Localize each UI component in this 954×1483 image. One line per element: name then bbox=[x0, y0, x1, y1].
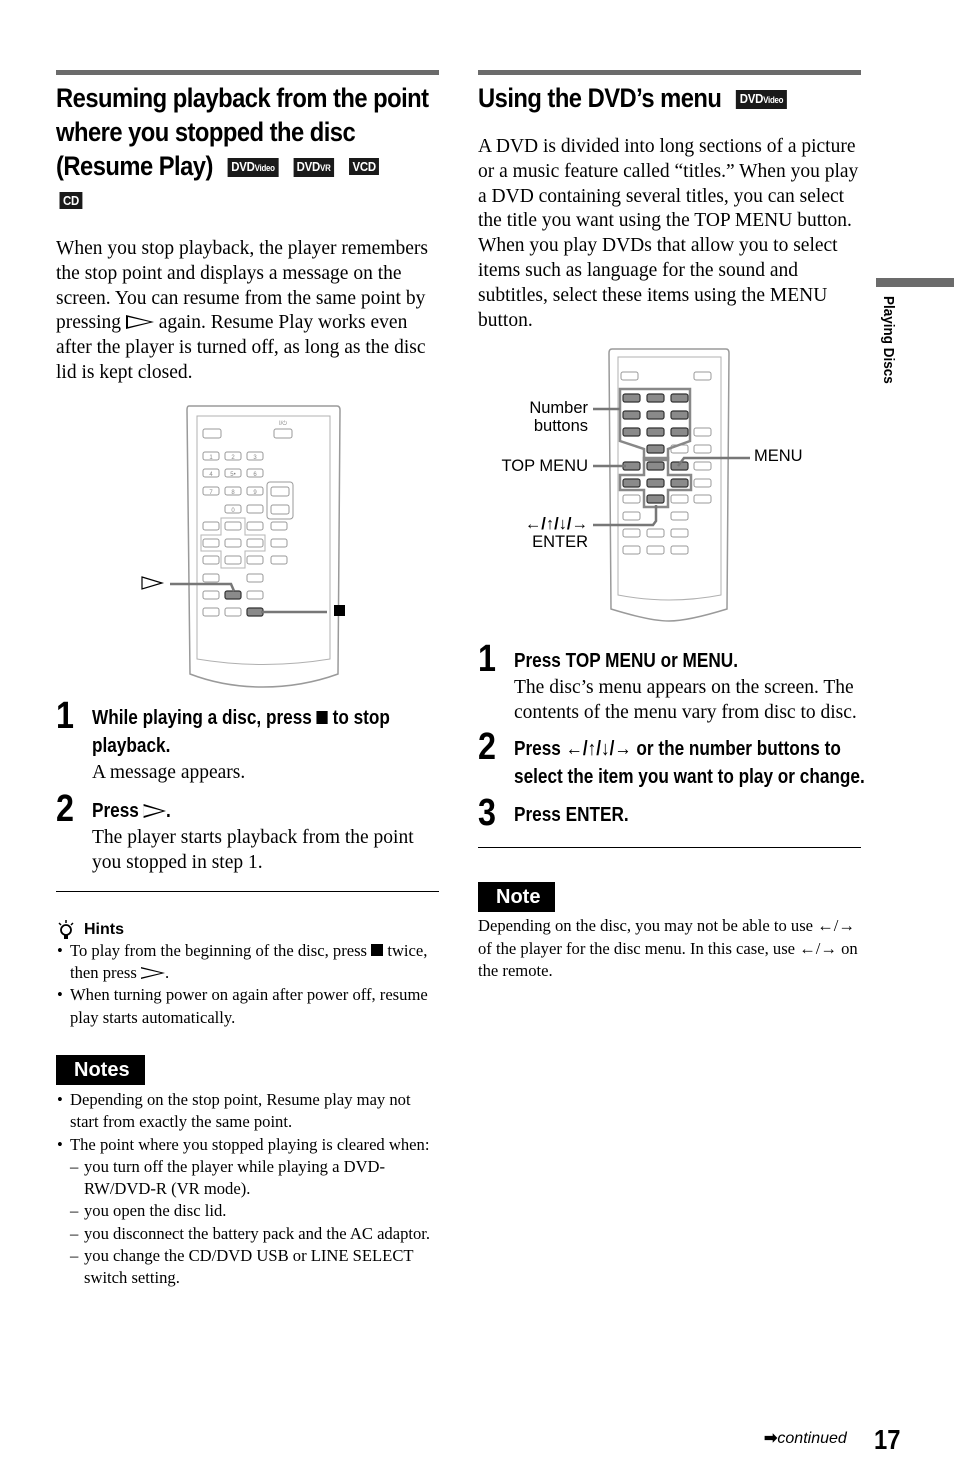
section-rule bbox=[478, 70, 861, 75]
remote-figure-resume: I/⏻ 123 4 5• 6 789 0 bbox=[56, 402, 439, 692]
remote-diagram bbox=[593, 348, 750, 623]
step-number: 3 bbox=[478, 792, 496, 835]
intro-paragraph-2: When you play DVDs that allow you to sel… bbox=[478, 235, 838, 331]
notes-list: Depending on the stop point, Resume play… bbox=[56, 1089, 439, 1290]
note-item: Depending on the stop point, Resume play… bbox=[56, 1089, 439, 1134]
step-heading: Press . bbox=[92, 799, 171, 822]
left-column: Resuming playback from the point where y… bbox=[56, 70, 439, 1290]
stop-icon bbox=[316, 710, 328, 724]
note-subitem: you disconnect the battery pack and the … bbox=[70, 1223, 439, 1246]
badge-dvd-vr: DVDVR bbox=[293, 158, 335, 177]
badge-dvd-video: DVDVideo bbox=[227, 158, 279, 177]
arrows-label: ←/↑/↓/→ bbox=[524, 515, 588, 534]
step-2-menu: 2 Press ←/↑/↓/→ or the number buttons to… bbox=[478, 727, 865, 791]
hint-item: To play from the beginning of the disc, … bbox=[56, 940, 439, 985]
step-heading: Press TOP MENU or MENU. bbox=[514, 650, 738, 673]
lightbulb-icon bbox=[58, 919, 74, 939]
divider bbox=[56, 890, 439, 892]
step-body: The player starts playback from the poin… bbox=[92, 826, 414, 873]
remote-play-button bbox=[224, 590, 242, 600]
step-number: 2 bbox=[56, 787, 74, 830]
note-subitem: you open the disc lid. bbox=[70, 1200, 439, 1223]
svg-text:I/⏻: I/⏻ bbox=[279, 420, 287, 427]
hints-list: To play from the beginning of the disc, … bbox=[56, 940, 439, 1029]
hints-section: Hints To play from the beginning of the … bbox=[56, 919, 439, 1029]
step-body: The disc’s menu appears on the screen. T… bbox=[514, 677, 857, 724]
step-number: 1 bbox=[478, 638, 496, 681]
page-number: 17 bbox=[874, 1424, 901, 1455]
remote-figure-menu: Number buttons TOP MENU MENU ←/↑/↓/→ ENT… bbox=[478, 345, 861, 627]
badge-vcd: VCD bbox=[348, 158, 380, 175]
badge-cd: CD bbox=[59, 192, 83, 209]
note-subitem: you change the CD/DVD USB or LINE SELECT… bbox=[70, 1245, 439, 1290]
step-heading: Press ←/↑/↓/→ or the number buttons to s… bbox=[514, 738, 865, 789]
remote-stop-button bbox=[246, 607, 264, 617]
side-tab-bar bbox=[876, 278, 954, 287]
intro-paragraph: When you stop playback, the player remem… bbox=[56, 238, 428, 383]
stop-callout-icon bbox=[334, 604, 345, 616]
step-heading: Press ENTER. bbox=[514, 804, 629, 827]
hint-item: When turning power on again after power … bbox=[56, 984, 439, 1029]
stop-icon bbox=[371, 943, 384, 956]
note-heading: Note bbox=[478, 882, 556, 913]
play-icon bbox=[138, 967, 165, 980]
note-text: Depending on the disc, you may not be ab… bbox=[478, 916, 858, 980]
intro-paragraph-1: A DVD is divided into long sections of a… bbox=[478, 136, 859, 232]
note-subitem: you turn off the player while playing a … bbox=[70, 1156, 439, 1201]
continued-indicator: ➡continued bbox=[764, 1430, 847, 1447]
section-title-resume-play: Resuming playback from the point where y… bbox=[56, 81, 443, 217]
arrow-right-icon: ➡ bbox=[764, 1430, 778, 1447]
step-body: A message appears. bbox=[92, 761, 246, 783]
svg-text:5•: 5• bbox=[230, 472, 235, 478]
remote-diagram: I/⏻ 123 4 5• 6 789 0 bbox=[141, 405, 345, 688]
step-1-menu: 1 Press TOP MENU or MENU. The disc’s men… bbox=[478, 639, 861, 725]
notes-section: Notes Depending on the stop point, Resum… bbox=[56, 1054, 439, 1290]
play-icon bbox=[125, 315, 154, 330]
note-section: Note Depending on the disc, you may not … bbox=[478, 882, 861, 982]
divider bbox=[478, 847, 861, 849]
notes-heading: Notes bbox=[56, 1054, 145, 1085]
badge-dvd-video: DVDVideo bbox=[736, 90, 787, 109]
step-1-resume: 1 While playing a disc, press to stop pl… bbox=[56, 696, 439, 785]
enter-label: ENTER bbox=[532, 533, 588, 552]
step-number: 1 bbox=[56, 694, 74, 737]
side-tab-label: Playing Discs bbox=[880, 296, 897, 384]
play-callout-icon bbox=[141, 575, 165, 590]
menu-label: MENU bbox=[754, 447, 803, 466]
number-buttons-label: Number buttons bbox=[529, 399, 588, 436]
step-heading: While playing a disc, press to stop play… bbox=[92, 706, 390, 757]
step-number: 2 bbox=[478, 726, 496, 769]
note-sublist: you turn off the player while playing a … bbox=[70, 1156, 439, 1290]
step-3-menu: 3 Press ENTER. bbox=[478, 793, 861, 833]
play-icon bbox=[143, 803, 167, 818]
note-item: The point where you stopped playing is c… bbox=[56, 1134, 439, 1290]
hints-title: Hints bbox=[56, 919, 439, 940]
section-rule bbox=[56, 70, 439, 75]
step-2-resume: 2 Press . The player starts playback fro… bbox=[56, 789, 439, 875]
right-column: Using the DVD’s menu DVDVideo A DVD is d… bbox=[478, 70, 865, 982]
top-menu-label: TOP MENU bbox=[501, 457, 589, 476]
section-title-dvd-menu: Using the DVD’s menu DVDVideo bbox=[478, 81, 865, 115]
